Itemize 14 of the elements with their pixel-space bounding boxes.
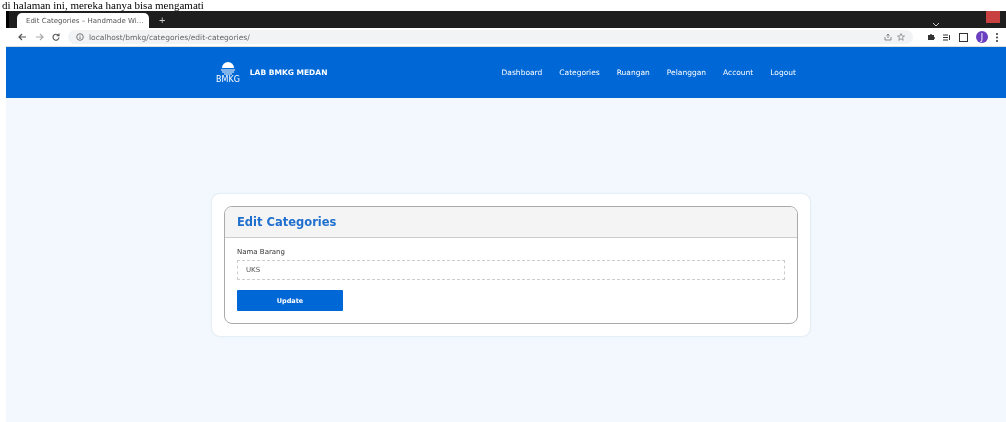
reload-icon[interactable]: [52, 33, 60, 41]
back-icon[interactable]: [18, 33, 27, 41]
star-icon[interactable]: [897, 33, 905, 41]
share-icon[interactable]: [884, 33, 892, 41]
list-icon[interactable]: [943, 33, 951, 41]
info-icon: [76, 33, 84, 41]
card-title: Edit Categories: [237, 215, 337, 229]
chevron-down-icon[interactable]: [932, 22, 940, 28]
logo-caption: BMKG: [216, 74, 240, 84]
new-tab-button[interactable]: +: [155, 13, 170, 28]
sidebar-icon[interactable]: [959, 32, 968, 42]
logo-icon: [219, 61, 236, 75]
profile-avatar[interactable]: J: [976, 31, 988, 43]
document-text: di halaman ini, mereka hanya bisa mengamati: [1, 0, 205, 11]
